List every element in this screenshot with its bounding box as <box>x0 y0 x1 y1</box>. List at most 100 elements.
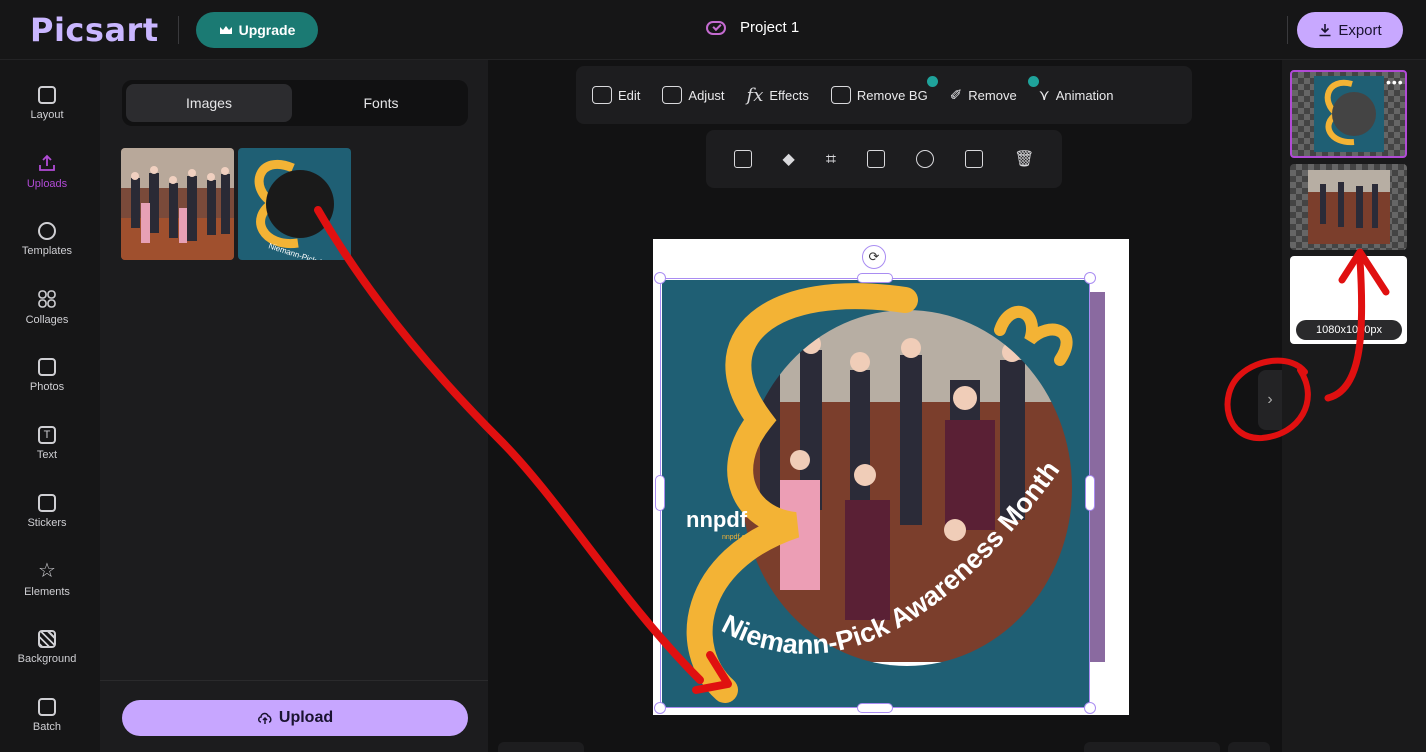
tool-label: Edit <box>618 87 641 103</box>
divider <box>1287 16 1288 44</box>
bottom-control[interactable] <box>498 742 584 752</box>
batch-icon <box>38 697 56 716</box>
sidebar-item-background[interactable]: Background <box>0 616 94 678</box>
effects-icon: fx <box>746 84 764 106</box>
edit-icon <box>592 86 612 104</box>
eraser-icon[interactable]: ◆ <box>783 149 795 169</box>
sidebar-item-uploads[interactable]: Uploads <box>0 140 94 202</box>
tab-images[interactable]: Images <box>126 84 292 122</box>
bottom-control[interactable] <box>1228 742 1270 752</box>
sidebar-item-photos[interactable]: Photos <box>0 344 94 406</box>
sidebar-item-elements[interactable]: ☆ Elements <box>0 548 94 610</box>
panel-divider <box>100 680 488 681</box>
export-label: Export <box>1338 21 1382 39</box>
align-icon[interactable] <box>733 150 752 168</box>
left-sidebar: Layout Uploads Templates Collages Photos… <box>0 60 100 752</box>
resize-handle-tl[interactable] <box>654 272 666 284</box>
sidebar-item-text[interactable]: T Text <box>0 412 94 474</box>
sidebar-item-label: Templates <box>21 244 73 257</box>
project-title: Project 1 <box>740 19 800 36</box>
resize-handle-tr[interactable] <box>1084 272 1096 284</box>
replace-icon[interactable] <box>867 150 886 168</box>
resize-handle-right[interactable] <box>1085 475 1095 511</box>
tool-label: Remove BG <box>856 87 928 103</box>
photos-icon <box>38 357 56 376</box>
uploaded-frame-thumbnail[interactable]: Niemann-Pick Aw <box>238 148 351 260</box>
export-button[interactable]: Export <box>1297 12 1403 48</box>
object-toolbar: ◆ ⌗ 🗑 <box>706 130 1062 188</box>
stickers-icon <box>38 493 56 512</box>
animation-icon: ⋎ <box>1038 87 1050 104</box>
duplicate-icon[interactable] <box>965 150 984 168</box>
upload-label: Upload <box>278 709 334 726</box>
sidebar-item-label: Text <box>36 448 58 461</box>
upload-button[interactable]: Upload <box>122 700 468 736</box>
star-icon: ☆ <box>38 559 56 582</box>
sidebar-item-label: Batch <box>32 720 62 733</box>
flip-icon[interactable] <box>916 150 935 168</box>
rotate-icon: ⟳ <box>868 249 880 264</box>
sidebar-item-stickers[interactable]: Stickers <box>0 480 94 542</box>
sidebar-item-label: Stickers <box>27 516 67 529</box>
trash-icon[interactable]: 🗑 <box>1014 149 1034 169</box>
layer-thumbnail-photo[interactable] <box>1290 164 1407 250</box>
adjust-tool-button[interactable]: Adjust <box>662 86 725 104</box>
panel-tabs: Images Fonts <box>122 80 468 126</box>
frame-overlay-image: Niemann-Pick Aw <box>238 148 351 260</box>
more-options-icon[interactable]: ••• <box>1386 74 1404 90</box>
resize-handle-left[interactable] <box>655 475 665 511</box>
crop-icon[interactable]: ⌗ <box>826 149 836 170</box>
resize-handle-br[interactable] <box>1084 702 1096 714</box>
resize-handle-top[interactable] <box>857 273 893 283</box>
remove-bg-icon <box>830 86 851 104</box>
sidebar-item-batch[interactable]: Batch <box>0 684 94 746</box>
download-icon <box>1319 24 1331 37</box>
uploaded-photo-thumbnail[interactable] <box>121 148 234 260</box>
tool-label: Animation <box>1055 87 1114 103</box>
sidebar-item-label: Background <box>17 652 77 665</box>
sidebar-item-layout[interactable]: Layout <box>0 72 94 134</box>
collages-icon <box>38 289 56 308</box>
selection-box[interactable] <box>660 278 1090 708</box>
cloud-upload-icon <box>257 712 272 724</box>
expand-pages-button[interactable]: › <box>1258 370 1282 430</box>
tool-label: Remove <box>968 87 1017 103</box>
background-icon <box>38 629 56 648</box>
templates-icon <box>38 221 56 240</box>
rotate-handle[interactable]: ⟳ <box>862 245 886 269</box>
sidebar-item-templates[interactable]: Templates <box>0 208 94 270</box>
sidebar-item-label: Collages <box>25 313 69 326</box>
sidebar-item-collages[interactable]: Collages <box>0 276 94 338</box>
cloud-saved-icon <box>706 20 726 35</box>
effects-tool-button[interactable]: fx Effects <box>747 85 809 106</box>
upgrade-button[interactable]: Upgrade <box>196 12 318 48</box>
resize-handle-bl[interactable] <box>654 702 666 714</box>
magic-eraser-icon: ✐ <box>949 87 963 104</box>
divider <box>178 16 179 44</box>
premium-badge-icon <box>1027 76 1039 87</box>
picsart-logo[interactable]: Picsart <box>30 11 159 49</box>
crowd-photo-image <box>121 148 234 260</box>
image-toolbar: Edit Adjust fx Effects Remove BG ✐ Remove … <box>576 66 1192 124</box>
layout-icon <box>38 85 56 104</box>
chevron-right-icon: › <box>1267 391 1273 408</box>
remove-bg-tool-button[interactable]: Remove BG <box>830 76 938 104</box>
sidebar-item-label: Elements <box>24 585 70 598</box>
upgrade-label: Upgrade <box>238 22 296 38</box>
bottom-control[interactable] <box>1084 742 1220 752</box>
sidebar-item-label: Photos <box>29 380 65 393</box>
adjust-icon <box>662 86 683 104</box>
premium-badge-icon <box>926 76 938 87</box>
project-title-area[interactable]: Project 1 <box>706 19 799 36</box>
remove-tool-button[interactable]: ✐ Remove <box>949 76 1039 104</box>
animation-tool-button[interactable]: ⋎ Animation <box>1039 86 1114 104</box>
upload-icon <box>39 154 55 171</box>
tool-label: Effects <box>769 87 809 103</box>
tab-fonts[interactable]: Fonts <box>298 84 464 122</box>
resize-handle-bottom[interactable] <box>857 703 893 713</box>
photo-layer-preview <box>1308 170 1390 244</box>
edit-tool-button[interactable]: Edit <box>592 86 640 104</box>
sidebar-item-label: Uploads <box>26 177 68 190</box>
text-icon: T <box>38 425 56 444</box>
sidebar-item-label: Layout <box>30 108 64 121</box>
